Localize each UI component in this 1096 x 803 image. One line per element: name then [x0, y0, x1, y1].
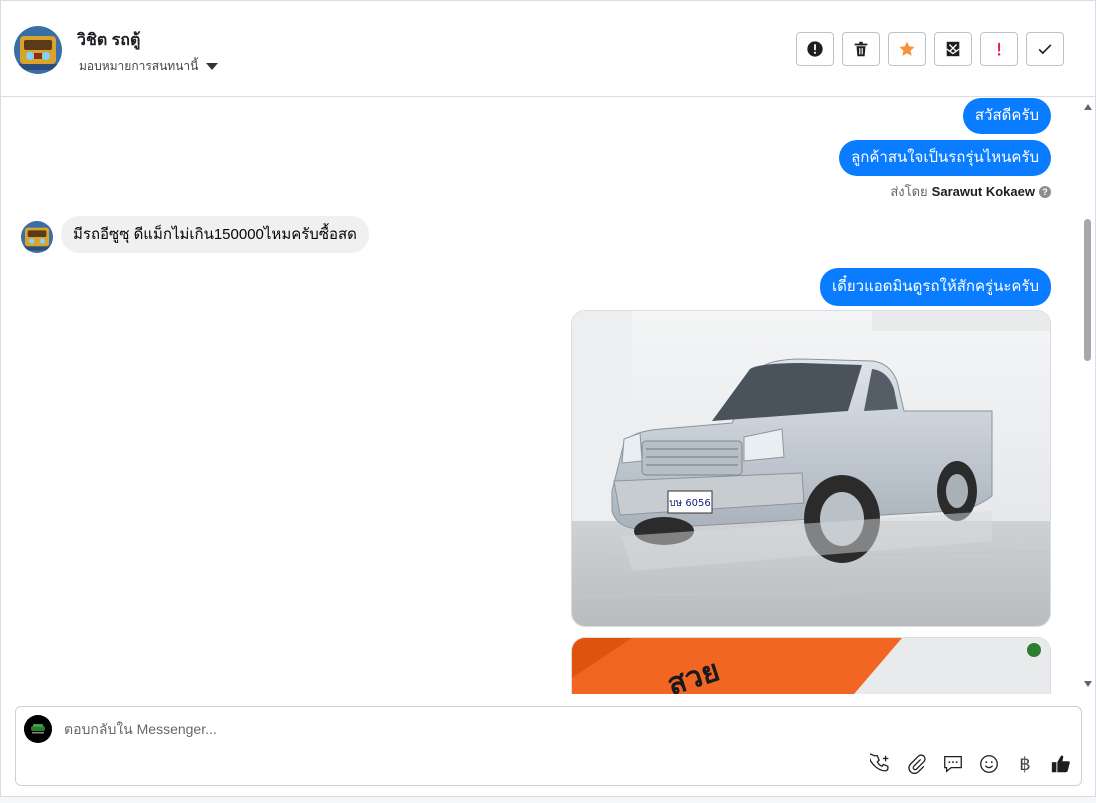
incoming-message[interactable]: มีรถอีซูซุ ดีแม็กไม่เกิน150000ไหมครับซื้… — [61, 216, 369, 253]
trash-icon — [854, 41, 868, 57]
call-button[interactable] — [869, 752, 893, 776]
reply-composer: ฿ — [15, 706, 1082, 786]
reply-input[interactable] — [64, 719, 964, 739]
scroll-up-icon[interactable] — [1084, 104, 1092, 110]
attach-button[interactable] — [905, 752, 929, 776]
inbox-conversation-panel: วิชิต รถตู้ มอบหมายการสนทนานี้ สวัสดีครั… — [0, 0, 1096, 797]
mail-unread-icon — [946, 41, 960, 57]
promo-image: สวย — [572, 638, 1050, 694]
outgoing-message[interactable]: เดี๋ยวแอดมินดูรถให้สักครู่นะครับ — [820, 268, 1051, 306]
assign-conversation-dropdown[interactable]: มอบหมายการสนทนานี้ — [79, 57, 219, 76]
assign-label: มอบหมายการสนทนานี้ — [79, 59, 199, 73]
priority-button[interactable] — [980, 32, 1018, 66]
conversation-actions — [796, 32, 1064, 66]
like-button[interactable] — [1049, 752, 1073, 776]
message-thread[interactable]: สวัสดีครับ ลูกค้าสนใจเป็นรถรุ่นไหนครับ ส… — [1, 97, 1095, 694]
mark-spam-button[interactable] — [796, 32, 834, 66]
outgoing-message[interactable]: สวัสดีครับ — [962, 98, 1051, 134]
sent-by-label: ส่งโดย Sarawut Kokaew ? — [890, 181, 1051, 202]
emoji-icon — [980, 755, 998, 773]
thread-scrollbar[interactable] — [1081, 97, 1095, 694]
baht-icon: ฿ — [1019, 753, 1031, 775]
emoji-button[interactable] — [977, 752, 1001, 776]
sender-name: Sarawut Kokaew — [931, 184, 1035, 199]
phone-plus-icon — [870, 753, 889, 772]
saved-reply-icon — [944, 756, 962, 773]
payment-button[interactable]: ฿ — [1013, 752, 1037, 776]
priority-icon — [997, 42, 1001, 56]
scroll-down-icon[interactable] — [1084, 681, 1092, 687]
mark-unread-button[interactable] — [934, 32, 972, 66]
mark-done-button[interactable] — [1026, 32, 1064, 66]
svg-text:บษ 6056: บษ 6056 — [669, 498, 711, 509]
contact-name[interactable]: วิชิต รถตู้ — [77, 28, 140, 53]
sent-by-prefix: ส่งโดย — [890, 184, 928, 199]
truck-image: บษ 6056 — [572, 311, 1050, 626]
scroll-thumb[interactable] — [1084, 219, 1091, 361]
contact-avatar-small[interactable] — [21, 221, 53, 253]
check-icon — [1038, 44, 1052, 55]
chevron-down-icon — [206, 63, 219, 70]
help-icon[interactable]: ? — [1039, 185, 1051, 198]
saved-reply-button[interactable] — [941, 752, 965, 776]
conversation-header: วิชิต รถตู้ มอบหมายการสนทนานี้ — [1, 1, 1095, 97]
delete-button[interactable] — [842, 32, 880, 66]
page-avatar — [24, 715, 52, 743]
message-photo-promo[interactable]: สวย — [571, 637, 1051, 694]
thumbs-up-icon — [1051, 755, 1070, 773]
exclamation-circle-icon — [807, 41, 823, 57]
star-button[interactable] — [888, 32, 926, 66]
outgoing-message[interactable]: ลูกค้าสนใจเป็นรถรุ่นไหนครับ — [839, 140, 1051, 176]
composer-tools: ฿ — [869, 752, 1073, 776]
contact-avatar[interactable] — [14, 26, 62, 74]
star-icon — [899, 41, 915, 56]
attachment-icon — [908, 754, 926, 775]
message-photo-truck[interactable]: บษ 6056 — [571, 310, 1051, 627]
